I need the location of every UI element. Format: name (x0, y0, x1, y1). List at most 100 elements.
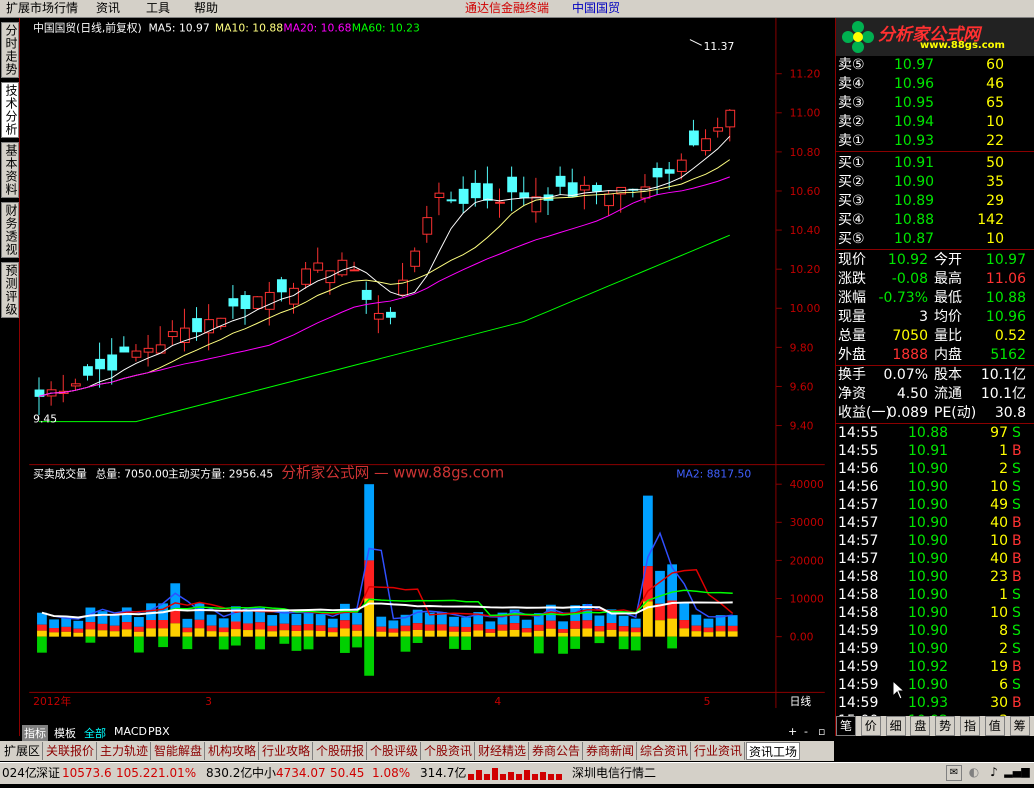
tick-row[interactable]: 14:56 10.90 10 S (836, 478, 1034, 497)
all-indicators-tab[interactable]: 全部 (82, 725, 108, 741)
tick-row[interactable]: 14:58 10.90 1 S (836, 586, 1034, 605)
tick-row[interactable]: 14:59 10.90 8 S (836, 622, 1034, 641)
bid-row[interactable]: 买① 10.91 50 (836, 154, 1034, 173)
volume-bar (461, 617, 471, 627)
quote-row[interactable]: 外盘 1888 内盘 5162 (836, 346, 1034, 365)
info-tab-10[interactable]: 券商公告 (530, 742, 584, 760)
tick-row[interactable]: 14:55 10.91 1 B (836, 442, 1034, 461)
quote-row[interactable]: 总量 7050 量比 0.52 (836, 327, 1034, 346)
info-tab-13[interactable]: 行业资讯 (692, 742, 746, 760)
tab-rating[interactable]: 预测评级 (1, 262, 19, 318)
tick-row[interactable]: 14:57 10.90 49 S (836, 496, 1034, 515)
ghost-icon[interactable]: ◐ (966, 765, 982, 781)
candle (83, 366, 93, 376)
zoom-in-button[interactable]: + (788, 725, 797, 738)
tick-row[interactable]: 14:59 10.90 2 S (836, 640, 1034, 659)
tick-row[interactable]: 14:58 10.90 10 S (836, 604, 1034, 623)
zx-index-name[interactable]: 中小 (252, 763, 276, 784)
quote-row[interactable]: 净资 4.50 流通 10.1亿 (836, 385, 1034, 404)
kline-chart[interactable]: 11.20 11.00 10.80 10.60 10.40 10.20 10.00 9.80 9… (20, 18, 834, 708)
tick-row[interactable]: 14:56 10.90 2 S (836, 460, 1034, 479)
tab-financials[interactable]: 财务透视 (1, 202, 19, 258)
candle (725, 109, 736, 128)
volume-bar (667, 564, 678, 601)
menu-help[interactable]: 帮助 (194, 0, 218, 17)
tab-intraday[interactable]: 分时走势 (1, 22, 19, 78)
info-tab-4[interactable]: 机构攻略 (206, 742, 260, 760)
high-label: 11.37 (704, 40, 735, 53)
right-tab-5[interactable]: 指 (960, 716, 980, 736)
info-tab-14[interactable]: 资讯工场 (746, 742, 801, 760)
quote-row[interactable]: 现量 3 均价 10.96 (836, 308, 1034, 327)
zoom-out-button[interactable]: - (804, 725, 808, 738)
candle (422, 217, 433, 235)
candle (676, 159, 687, 172)
info-tab-1[interactable]: 关联报价 (44, 742, 98, 760)
info-tab-6[interactable]: 个股研报 (314, 742, 368, 760)
tick-row[interactable]: 14:57 10.90 40 B (836, 550, 1034, 569)
ask-row[interactable]: 卖④ 10.96 46 (836, 75, 1034, 94)
quote-row[interactable]: 收益(一) 0.089 PE(动) 30.8 (836, 404, 1034, 423)
right-tab-1[interactable]: 价 (860, 716, 881, 736)
chart-options-button[interactable]: ▫ (818, 725, 825, 738)
tick-row[interactable]: 14:55 10.88 97 S (836, 424, 1034, 443)
bid-row[interactable]: 买④ 10.88 142 (836, 211, 1034, 230)
quote-row[interactable]: 涨幅 -0.73% 最低 10.88 (836, 289, 1034, 308)
quote-row[interactable]: 现价 10.92 今开 10.97 (836, 251, 1034, 270)
info-tab-2[interactable]: 主力轨迹 (98, 742, 152, 760)
sz-index-name[interactable]: 深证 (36, 763, 60, 784)
stock-name-title: 中国国贸 (572, 1, 621, 15)
tab-technical[interactable]: 技术分析 (1, 82, 19, 138)
info-tab-9[interactable]: 财经精选 (476, 742, 530, 760)
candle (192, 318, 202, 333)
tick-row[interactable]: 14:57 10.90 10 B (836, 532, 1034, 551)
right-tab-bar: 笔价细盘势指值筹 (836, 716, 1034, 736)
tab-fundamentals[interactable]: 基本资料 (1, 142, 19, 198)
info-tab-3[interactable]: 智能解盘 (152, 742, 206, 760)
right-tab-4[interactable]: 势 (935, 716, 956, 736)
candle (567, 182, 578, 197)
volume-bar (376, 616, 387, 627)
info-tab-11[interactable]: 券商新闻 (584, 742, 638, 760)
right-tab-0[interactable]: 笔 (836, 716, 856, 736)
quote-row[interactable]: 涨跌 -0.08 最高 11.06 (836, 270, 1034, 289)
info-tab-0[interactable]: 扩展区 (2, 742, 44, 760)
tick-row[interactable]: 14:59 10.92 19 B (836, 658, 1034, 677)
info-tab-12[interactable]: 综合资讯 (638, 742, 692, 760)
info-tab-8[interactable]: 个股资讯 (422, 742, 476, 760)
bid-row[interactable]: 买⑤ 10.87 10 (836, 230, 1034, 249)
zx-index-change: 50.45 (330, 766, 365, 780)
menu-extended-market[interactable]: 扩展市场行情 (6, 0, 78, 17)
info-tab-5[interactable]: 行业攻略 (260, 742, 314, 760)
template-tab[interactable]: 模板 (52, 725, 78, 741)
speaker-icon[interactable]: ♪ (986, 765, 1002, 781)
tick-row[interactable]: 14:59 10.93 30 B (836, 694, 1034, 713)
tick-row[interactable]: 14:57 10.90 40 B (836, 514, 1034, 533)
volume-ma2: MA2: 8817.50 (676, 467, 751, 480)
candle (470, 182, 481, 199)
menu-news[interactable]: 资讯 (96, 0, 120, 17)
right-tab-2[interactable]: 细 (885, 716, 906, 736)
mail-icon[interactable]: ✉ (946, 765, 962, 781)
tick-row[interactable]: 14:59 10.90 6 S (836, 676, 1034, 695)
bid-row[interactable]: 买② 10.90 35 (836, 173, 1034, 192)
menu-tools[interactable]: 工具 (146, 0, 170, 17)
ask-row[interactable]: 卖② 10.94 10 (836, 113, 1034, 132)
ask-row[interactable]: 卖③ 10.95 65 (836, 94, 1034, 113)
tick-row[interactable]: 14:58 10.90 23 B (836, 568, 1034, 587)
right-tab-7[interactable]: 筹 (1009, 716, 1030, 736)
server-name[interactable]: 深圳电信行情二 (572, 763, 656, 784)
indicator-tab-label[interactable]: 指标 (22, 725, 48, 741)
macd-tab[interactable]: MACD (112, 725, 149, 738)
quote-row[interactable]: 换手 0.07% 股本 10.1亿 (836, 366, 1034, 385)
price-tick-label: 10.00 (790, 302, 821, 315)
right-tab-3[interactable]: 盘 (910, 716, 931, 736)
right-tab-6[interactable]: 值 (984, 716, 1005, 736)
volume-active-buy: 主动买方量: 2956.45 (168, 467, 273, 480)
ask-row[interactable]: 卖① 10.93 22 (836, 132, 1034, 151)
pbx-tab[interactable]: PBX (146, 725, 172, 738)
info-tab-7[interactable]: 个股评级 (368, 742, 422, 760)
bid-row[interactable]: 买③ 10.89 29 (836, 192, 1034, 211)
ask-row[interactable]: 卖⑤ 10.97 60 (836, 56, 1034, 75)
sz-index-value: 10573.6 (62, 766, 112, 780)
